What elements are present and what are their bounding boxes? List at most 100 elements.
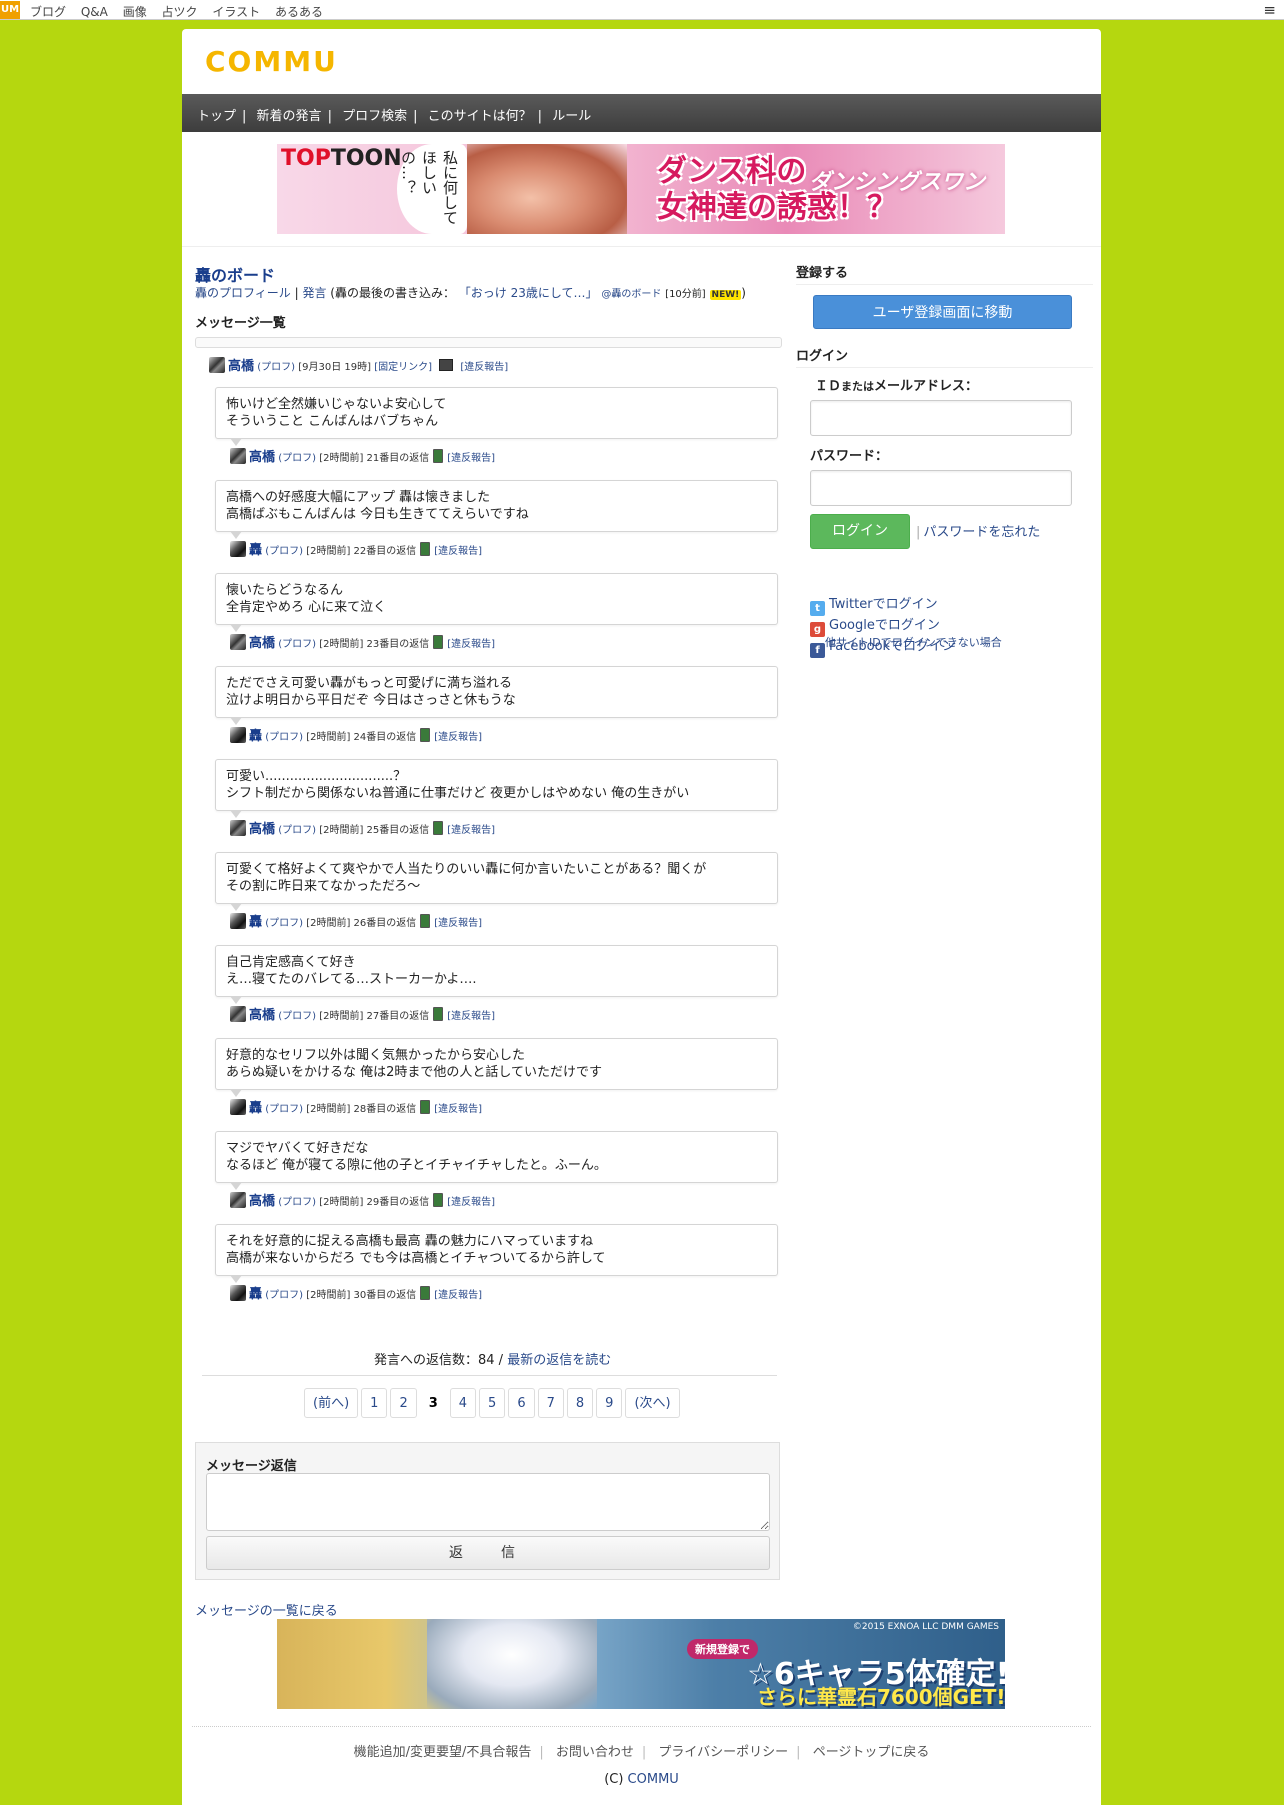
footer-link-page-top[interactable]: ページトップに戻る — [813, 1745, 930, 1760]
poster-name[interactable]: 轟 — [249, 543, 262, 558]
page-4[interactable]: 4 — [449, 1388, 477, 1418]
last-board-link[interactable]: @轟のボード — [601, 289, 661, 300]
facebook-icon: f — [810, 643, 825, 658]
poster-name[interactable]: 高橋 — [249, 450, 275, 465]
page-1[interactable]: 1 — [361, 1388, 388, 1418]
avatar[interactable] — [230, 727, 246, 743]
prof-link[interactable]: (プロフ) — [278, 1197, 316, 1208]
nav-item-about[interactable]: このサイトは何？ — [428, 109, 532, 124]
service-link-image[interactable]: 画像 — [123, 5, 147, 19]
report-link[interactable]: [違反報告] — [447, 1197, 495, 1208]
fixed-link[interactable]: [固定リンク] — [374, 362, 432, 373]
google-login-link[interactable]: g Googleでログイン — [810, 614, 940, 637]
service-link-aruaru[interactable]: あるある — [275, 5, 323, 19]
poster-name[interactable]: 轟 — [249, 729, 262, 744]
um-logo[interactable]: UM — [0, 1, 20, 19]
page-6[interactable]: 6 — [508, 1388, 535, 1418]
report-link[interactable]: [違反報告] — [447, 825, 495, 836]
prof-link[interactable]: (プロフ) — [265, 918, 303, 929]
hamburger-menu-icon[interactable]: ≡ — [1263, 1, 1276, 19]
service-link-illust[interactable]: イラスト — [212, 5, 260, 19]
footer-link-contact[interactable]: お問い合わせ — [556, 1745, 634, 1760]
report-link[interactable]: [違反報告] — [447, 1011, 495, 1022]
report-link[interactable]: [違反報告] — [434, 1290, 482, 1301]
report-link[interactable]: [違反報告] — [434, 546, 482, 557]
page-5[interactable]: 5 — [479, 1388, 506, 1418]
last-post-link[interactable]: 「おっけ 23歳にして…」 — [459, 286, 598, 300]
service-link-qa[interactable]: Q&A — [81, 5, 108, 19]
prof-link[interactable]: (プロフ) — [265, 1290, 303, 1301]
poster-name[interactable]: 高橋 — [249, 1194, 275, 1209]
page-2[interactable]: 2 — [390, 1388, 417, 1418]
nav-item-rules[interactable]: ルール — [552, 109, 591, 124]
avatar[interactable] — [230, 1006, 246, 1022]
prof-link[interactable]: (プロフ) — [278, 825, 316, 836]
prev-page-button[interactable]: (前へ) — [304, 1388, 359, 1418]
poster-name[interactable]: 轟 — [249, 1287, 262, 1302]
site-logo[interactable]: COMMU — [205, 45, 338, 78]
footer-link-feedback[interactable]: 機能追加/変更要望/不具合報告 — [354, 1745, 532, 1760]
poster-name[interactable]: 高橋 — [249, 1008, 275, 1023]
avatar[interactable] — [230, 1285, 246, 1301]
poster-name[interactable]: 轟 — [249, 915, 262, 930]
prof-link[interactable]: (プロフ) — [265, 1104, 303, 1115]
footer-link-privacy[interactable]: プライバシーポリシー — [658, 1745, 788, 1760]
prof-link[interactable]: (プロフ) — [265, 546, 303, 557]
twitter-login-link[interactable]: t Twitterでログイン — [810, 593, 938, 616]
page-8[interactable]: 8 — [566, 1388, 594, 1418]
reply-submit-button[interactable]: 返 信 — [206, 1536, 770, 1570]
page-7[interactable]: 7 — [537, 1388, 564, 1418]
avatar[interactable] — [230, 1192, 246, 1208]
latest-replies-link[interactable]: 最新の返信を読む — [507, 1353, 611, 1368]
bottom-ad-banner[interactable]: ©2015 EXNOA LLC DMM GAMES 新規登録で ☆6キャラ5体確… — [277, 1619, 1005, 1709]
next-page-button[interactable]: (次へ) — [625, 1388, 680, 1418]
profile-link[interactable]: 轟のプロフィール — [195, 286, 291, 300]
report-link[interactable]: [違反報告] — [447, 639, 495, 650]
reply-text-line: なるほど 俺が寝てる隙に他の子とイチャイチャしたと。ふーん。 — [226, 1158, 607, 1173]
register-button[interactable]: ユーザ登録画面に移動 — [813, 295, 1072, 329]
reply-text-line: 好意的なセリフ以外は聞く気無かったから安心した — [226, 1048, 526, 1063]
nav-item-new-posts[interactable]: 新着の発言 — [257, 109, 322, 124]
forgot-password-link[interactable]: パスワードを忘れた — [923, 525, 1040, 540]
prof-link[interactable]: (プロフ) — [257, 362, 295, 373]
avatar[interactable] — [209, 357, 225, 373]
reply-textarea[interactable] — [206, 1473, 770, 1531]
posts-link[interactable]: 発言 — [302, 286, 326, 300]
id-input[interactable] — [810, 400, 1072, 436]
poster-name[interactable]: 轟 — [249, 1101, 262, 1116]
page-3[interactable]: 3 — [419, 1388, 447, 1418]
back-to-list-link[interactable]: メッセージの一覧に戻る — [195, 1600, 338, 1619]
reply-text-line: 怖いけど全然嫌いじゃないよ安心して — [226, 397, 447, 412]
avatar[interactable] — [230, 448, 246, 464]
report-link[interactable]: [違反報告] — [447, 453, 495, 464]
avatar[interactable] — [230, 541, 246, 557]
service-link-uranai[interactable]: 占ツク — [162, 5, 198, 19]
pc-icon — [439, 359, 454, 371]
prof-link[interactable]: (プロフ) — [278, 1011, 316, 1022]
copyright-link[interactable]: COMMU — [628, 1772, 679, 1787]
report-link[interactable]: [違反報告] — [460, 362, 508, 373]
top-ad-banner[interactable]: TOPTOON 私に何して ほしいの…？ ダンス科の 女神達の誘惑！？ ダンシン… — [277, 144, 1005, 234]
page-9[interactable]: 9 — [596, 1388, 623, 1418]
service-link-blog[interactable]: ブログ — [30, 5, 66, 19]
reply-time: [2時間前] 30番目の返信 — [306, 1290, 417, 1301]
login-button[interactable]: ログイン — [810, 514, 910, 549]
avatar[interactable] — [230, 1099, 246, 1115]
password-input[interactable] — [810, 470, 1072, 506]
report-link[interactable]: [違反報告] — [434, 732, 482, 743]
reply-message: それを好意的に捉える高橋も最高 轟の魅力にハマっていますね 高橋が来ないからだろ … — [215, 1224, 778, 1283]
prof-link[interactable]: (プロフ) — [265, 732, 303, 743]
report-link[interactable]: [違反報告] — [434, 1104, 482, 1115]
poster-name[interactable]: 高橋 — [249, 636, 275, 651]
prof-link[interactable]: (プロフ) — [278, 453, 316, 464]
report-link[interactable]: [違反報告] — [434, 918, 482, 929]
poster-name[interactable]: 高橋 — [228, 359, 254, 374]
avatar[interactable] — [230, 820, 246, 836]
nav-item-profile-search[interactable]: プロフ検索 — [342, 109, 407, 124]
avatar[interactable] — [230, 634, 246, 650]
avatar[interactable] — [230, 913, 246, 929]
facebook-login-link[interactable]: f Facebookでログイン — [810, 635, 955, 658]
nav-item-top[interactable]: トップ — [197, 109, 236, 124]
prof-link[interactable]: (プロフ) — [278, 639, 316, 650]
poster-name[interactable]: 高橋 — [249, 822, 275, 837]
